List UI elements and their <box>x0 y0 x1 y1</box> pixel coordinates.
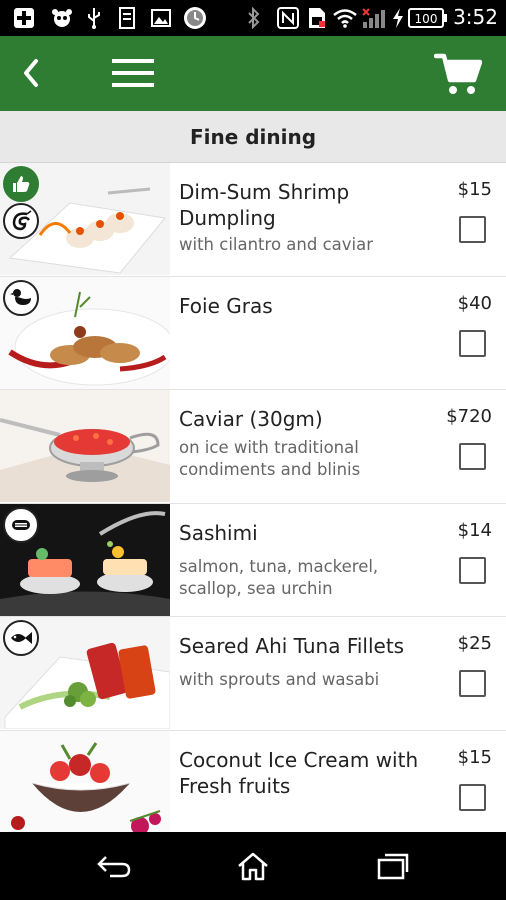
chevron-left-icon <box>24 59 38 87</box>
menu-list[interactable]: Dim-Sum Shrimp Dumpling with cilantro an… <box>0 163 506 832</box>
item-thumbnail <box>0 276 170 389</box>
menu-item[interactable]: Dim-Sum Shrimp Dumpling with cilantro an… <box>0 163 506 277</box>
item-description: with sprouts and wasabi <box>179 670 380 689</box>
menu-item[interactable]: Seared Ahi Tuna Fillets with sprouts and… <box>0 617 506 731</box>
item-thumbnail <box>0 390 170 502</box>
image-icon <box>150 7 172 29</box>
nav-recents-icon <box>377 853 409 880</box>
section-title: Fine dining <box>189 124 317 149</box>
duck-icon <box>3 279 39 316</box>
item-description: with cilantro and caviar <box>179 235 374 254</box>
item-title: Coconut Ice Cream with Fresh fruits <box>179 747 419 798</box>
system-nav-bar <box>0 832 506 900</box>
nfc-icon <box>276 7 300 29</box>
battery-level: 100 <box>415 12 438 26</box>
item-price: $14 <box>457 519 492 541</box>
status-time: 3:52 <box>453 5 498 29</box>
item-title: Caviar (30gm) <box>179 407 323 431</box>
battery-icon: 100 <box>408 7 448 29</box>
section-header: Fine dining <box>0 111 506 163</box>
charging-icon <box>390 7 406 29</box>
item-title: Sashimi <box>179 520 258 545</box>
wifi-icon <box>332 7 358 29</box>
menu-item[interactable]: Caviar (30gm) on ice with traditional co… <box>0 390 506 504</box>
status-bar: 100 3:52 <box>0 0 506 36</box>
plus-icon <box>12 7 36 29</box>
bluetooth-icon <box>244 7 264 29</box>
item-price: $15 <box>457 746 492 768</box>
item-checkbox[interactable] <box>459 556 486 584</box>
nav-home-button[interactable] <box>223 848 283 884</box>
panda-icon <box>50 7 74 29</box>
item-thumbnail <box>0 503 170 616</box>
item-price: $15 <box>457 179 492 200</box>
shopping-cart-icon <box>434 53 482 94</box>
item-title: Seared Ahi Tuna Fillets <box>179 634 405 658</box>
shrimp-icon <box>3 203 39 239</box>
hamburger-menu-icon <box>112 59 154 87</box>
menu-button[interactable] <box>106 50 160 96</box>
item-thumbnail <box>0 163 170 275</box>
nav-back-icon <box>97 856 131 878</box>
back-button[interactable] <box>8 50 54 96</box>
cart-button[interactable] <box>430 46 486 102</box>
signal-icon <box>360 7 386 29</box>
sim-icon <box>306 7 328 29</box>
app-bar <box>0 36 506 111</box>
usb-icon <box>84 7 104 29</box>
item-checkbox[interactable] <box>459 783 486 811</box>
sd-card-icon <box>116 7 138 29</box>
menu-item[interactable]: Sashimi salmon, tuna, mackerel, scallop,… <box>0 503 506 617</box>
item-price: $720 <box>446 406 492 427</box>
item-checkbox[interactable] <box>459 443 486 470</box>
item-description: salmon, tuna, mackerel, scallop, sea urc… <box>179 556 379 598</box>
item-checkbox[interactable] <box>459 670 486 697</box>
thumbs-up-icon <box>3 166 39 202</box>
item-checkbox[interactable] <box>459 216 486 243</box>
item-title: Foie Gras <box>179 293 273 318</box>
item-checkbox[interactable] <box>459 329 486 357</box>
nav-home-icon <box>238 852 268 881</box>
menu-item[interactable]: Foie Gras $40 <box>0 276 506 390</box>
item-price: $25 <box>457 633 492 654</box>
item-title: Dim-Sum Shrimp Dumpling <box>179 180 350 230</box>
item-thumbnail <box>0 730 170 832</box>
item-price: $40 <box>457 292 492 314</box>
nav-back-button[interactable] <box>84 848 144 884</box>
fish-icon <box>3 506 39 543</box>
fish-icon <box>3 620 39 656</box>
item-thumbnail <box>0 617 170 729</box>
menu-item[interactable]: Coconut Ice Cream with Fresh fruits $15 <box>0 730 506 832</box>
item-description: on ice with traditional condiments and b… <box>179 438 361 479</box>
nav-recents-button[interactable] <box>363 848 423 884</box>
clock-app-icon <box>182 7 208 29</box>
